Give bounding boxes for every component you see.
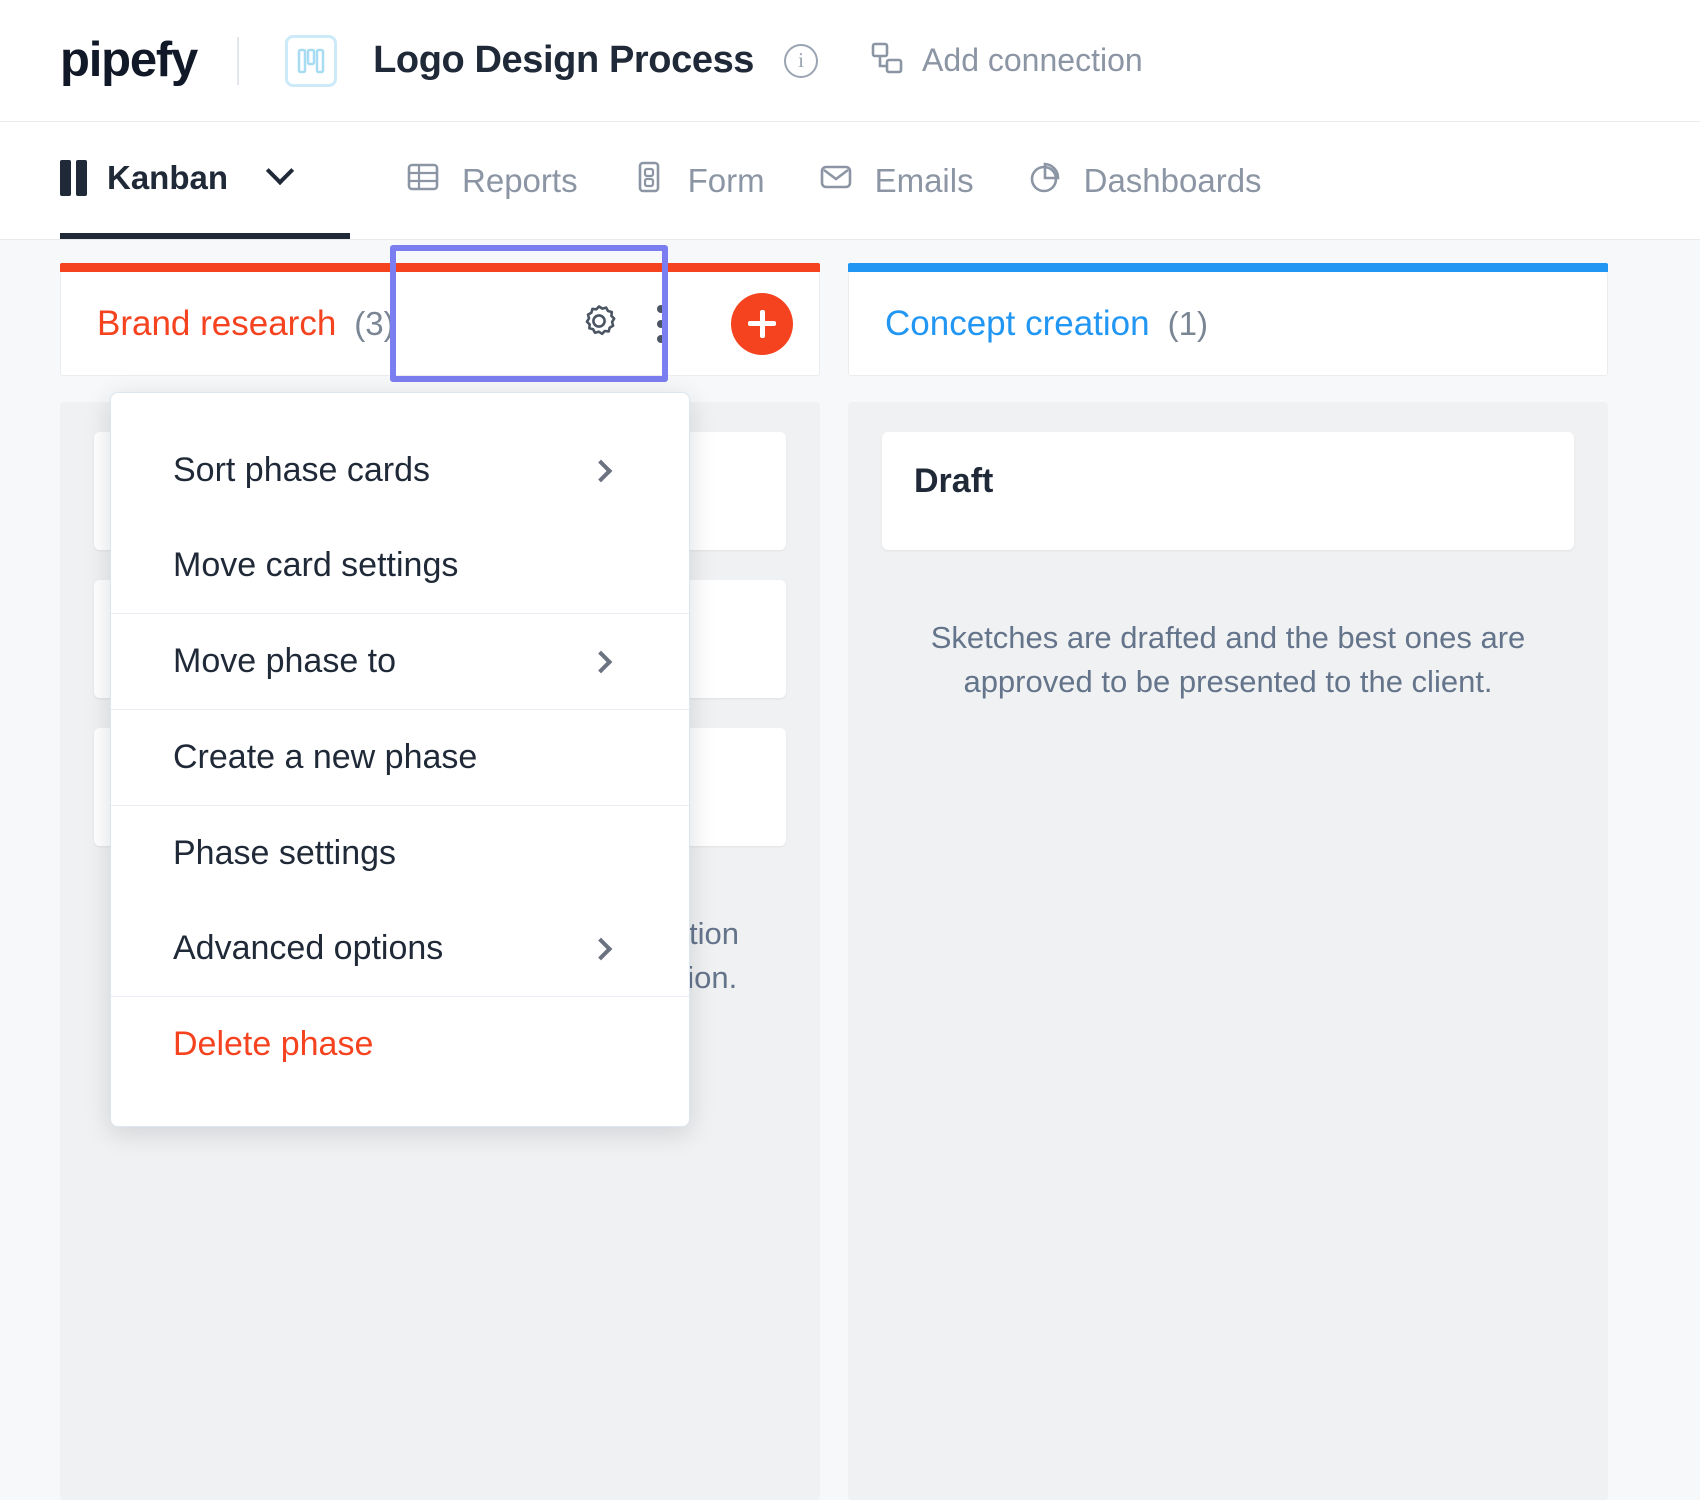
chevron-down-icon[interactable] (265, 156, 295, 185)
tab-reports-label: Reports (462, 161, 578, 199)
menu-item-phase-settings[interactable]: Phase settings (111, 806, 689, 901)
app-header: pipefy Logo Design Process i Add connect… (0, 0, 1700, 122)
phase-title: Brand research (97, 303, 337, 343)
phase-description: Sketches are drafted and the best ones a… (930, 620, 1526, 700)
phase-options-menu: Sort phase cards Move card settings Move… (110, 392, 690, 1127)
menu-item-label: Phase settings (173, 834, 397, 872)
pie-chart-icon (1026, 158, 1064, 204)
tab-form[interactable]: Form (604, 158, 791, 204)
tab-form-label: Form (687, 161, 765, 199)
form-icon (630, 158, 668, 204)
menu-item-label: Advanced options (173, 929, 444, 967)
page-title: Logo Design Process (373, 39, 755, 81)
add-connection-label: Add connection (922, 42, 1143, 78)
phase-title: Concept creation (885, 303, 1150, 343)
envelope-icon (817, 158, 855, 204)
kebab-dot (657, 319, 665, 328)
menu-item-sort-phase-cards[interactable]: Sort phase cards (111, 423, 689, 518)
chevron-right-icon (589, 650, 613, 673)
menu-item-delete-phase[interactable]: Delete phase (111, 997, 689, 1092)
kebab-dot (657, 334, 665, 343)
header-divider (237, 36, 240, 85)
phase-header: Brand research (3) (60, 263, 820, 376)
phase-more-options-button[interactable] (651, 301, 671, 347)
menu-item-label: Move card settings (173, 546, 459, 584)
tab-dashboards-label: Dashboards (1083, 161, 1262, 199)
menu-group: Sort phase cards Move card settings (111, 423, 689, 613)
tab-emails-label: Emails (874, 161, 974, 199)
kanban-icon (60, 159, 87, 196)
phase-actions (575, 292, 793, 355)
menu-group: Create a new phase (111, 709, 689, 805)
chevron-right-icon (589, 459, 613, 482)
kanban-process-icon (285, 34, 338, 87)
tab-kanban[interactable]: Kanban (60, 122, 351, 239)
phase-column-concept-creation: Concept creation (1) Draft Sketches are … (848, 263, 1608, 1500)
info-icon[interactable]: i (784, 43, 819, 78)
phase-card-count: (3) (354, 304, 395, 342)
kebab-dot (657, 304, 665, 313)
phase-card-count: (1) (1167, 304, 1208, 342)
tab-emails[interactable]: Emails (791, 158, 1000, 204)
menu-item-move-card-settings[interactable]: Move card settings (111, 518, 689, 613)
connection-icon (868, 39, 906, 82)
plus-icon (748, 309, 776, 338)
view-tabs: Kanban Reports Form Emails Dashboards (0, 122, 1700, 240)
menu-group: Phase settings Advanced options (111, 805, 689, 996)
menu-item-label: Sort phase cards (173, 451, 431, 489)
menu-item-label: Move phase to (173, 642, 397, 680)
table-icon (404, 158, 442, 204)
gear-icon[interactable] (575, 297, 623, 350)
menu-item-advanced-options[interactable]: Advanced options (111, 901, 689, 996)
card-title: Draft (914, 462, 994, 500)
tab-reports[interactable]: Reports (404, 158, 604, 204)
tab-kanban-label: Kanban (107, 158, 229, 196)
phase-cards-area: Draft Sketches are drafted and the best … (848, 402, 1608, 1500)
add-connection-button[interactable]: Add connection (868, 39, 1143, 82)
pipefy-logo[interactable]: pipefy (60, 36, 198, 85)
card[interactable]: Draft (882, 432, 1574, 550)
menu-group: Move phase to (111, 613, 689, 709)
menu-group: Delete phase (111, 996, 689, 1092)
chevron-right-icon (589, 937, 613, 960)
add-card-button[interactable] (731, 292, 793, 355)
menu-item-move-phase-to[interactable]: Move phase to (111, 614, 689, 709)
menu-item-create-a-new-phase[interactable]: Create a new phase (111, 710, 689, 805)
kanban-board: Brand research (3) Concept creation (1) … (0, 240, 1700, 1500)
tab-dashboards[interactable]: Dashboards (1000, 158, 1288, 204)
phase-header: Concept creation (1) (848, 263, 1608, 376)
menu-item-label: Delete phase (173, 1025, 374, 1063)
menu-item-label: Create a new phase (173, 738, 478, 776)
